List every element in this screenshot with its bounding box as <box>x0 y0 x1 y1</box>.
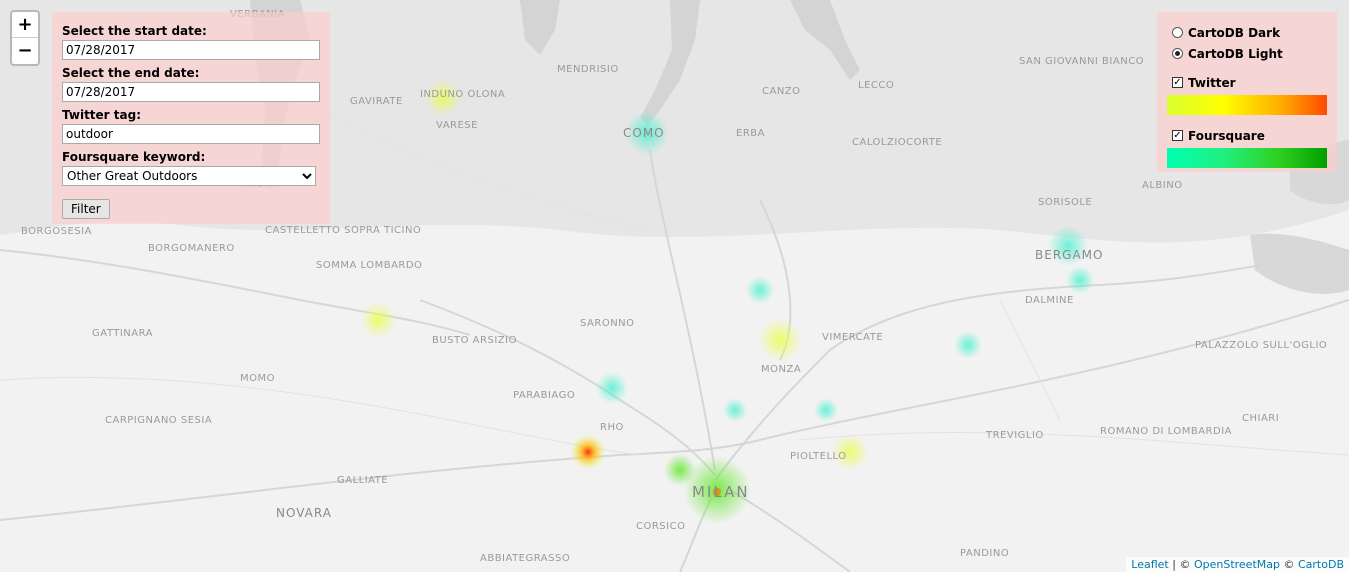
attribution-sep: | © <box>1168 558 1194 571</box>
foursquare-keyword-label: Foursquare keyword: <box>62 150 206 164</box>
end-date-label: Select the end date: <box>62 66 200 80</box>
checkbox-foursquare[interactable]: ✓ <box>1172 130 1183 141</box>
overlay-foursquare[interactable]: ✓ Foursquare <box>1167 125 1327 146</box>
town-label: COMO <box>623 126 665 140</box>
radio-cartodb-light[interactable] <box>1172 48 1183 59</box>
twitter-label: Twitter <box>1188 75 1236 90</box>
base-layer-cartodb-dark[interactable]: CartoDB Dark <box>1167 22 1327 43</box>
town-label: PIOLTELLO <box>790 451 847 462</box>
town-label: BORGOSESIA <box>21 226 92 237</box>
cartodb-light-label: CartoDB Light <box>1188 46 1283 61</box>
town-label: ABBIATEGRASSO <box>480 553 571 564</box>
town-label: DALMINE <box>1025 295 1074 306</box>
cartodb-dark-label: CartoDB Dark <box>1188 25 1281 40</box>
twitter-tag-label: Twitter tag: <box>62 108 141 122</box>
layer-control-panel: CartoDB Dark CartoDB Light ✓ Twitter ✓ F… <box>1157 12 1337 172</box>
town-label: GATTINARA <box>92 328 154 339</box>
town-label: MILAN <box>692 483 750 501</box>
filter-panel: Select the start date: Select the end da… <box>52 12 330 224</box>
town-label: NOVARA <box>276 506 332 520</box>
map-attribution: Leaflet | © OpenStreetMap © CartoDB <box>1126 557 1349 572</box>
overlay-twitter[interactable]: ✓ Twitter <box>1167 72 1327 93</box>
hotspot-twitter-high <box>570 434 606 470</box>
town-label: CHIARI <box>1242 413 1280 424</box>
cartodb-link[interactable]: CartoDB <box>1298 558 1344 571</box>
town-label: CANZO <box>762 86 801 97</box>
town-label: ALBINO <box>1142 180 1183 191</box>
town-label: MENDRISIO <box>557 64 619 75</box>
town-label: BERGAMO <box>1035 248 1104 262</box>
town-label: ROMANO DI LOMBARDIA <box>1100 426 1232 437</box>
filter-button[interactable]: Filter <box>62 199 110 219</box>
radio-cartodb-dark[interactable] <box>1172 27 1183 38</box>
zoom-control: + − <box>10 10 40 66</box>
town-label: SORISOLE <box>1038 197 1093 208</box>
town-label: CARPIGNANO SESIA <box>105 415 213 426</box>
town-label: MONZA <box>761 364 802 375</box>
base-layer-cartodb-light[interactable]: CartoDB Light <box>1167 43 1327 64</box>
town-label: RHO <box>600 422 624 433</box>
twitter-color-ramp <box>1167 95 1327 115</box>
start-date-input[interactable] <box>62 40 320 60</box>
town-label: CORSICO <box>636 521 686 532</box>
town-label: SARONNO <box>580 318 635 329</box>
town-label: LECCO <box>858 80 895 91</box>
town-label: VARESE <box>436 120 478 131</box>
twitter-tag-input[interactable] <box>62 124 320 144</box>
zoom-out-button[interactable]: − <box>12 38 38 64</box>
end-date-input[interactable] <box>62 82 320 102</box>
town-label: BUSTO ARSIZIO <box>432 335 517 346</box>
town-label: SOMMA LOMBARDO <box>316 260 423 271</box>
foursquare-label: Foursquare <box>1188 128 1265 143</box>
town-label: SAN GIOVANNI BIANCO <box>1019 56 1145 67</box>
town-label: MOMO <box>240 373 275 384</box>
town-label: INDUNO OLONA <box>420 89 506 100</box>
town-label: PANDINO <box>960 548 1010 559</box>
town-label: PALAZZOLO SULL'OGLIO <box>1195 340 1328 351</box>
town-label: TREVIGLIO <box>986 430 1044 441</box>
start-date-label: Select the start date: <box>62 24 207 38</box>
town-label: CASTELLETTO SOPRA TICINO <box>265 225 422 236</box>
foursquare-keyword-select[interactable]: Other Great Outdoors <box>62 166 316 186</box>
town-label: CALOLZIOCORTE <box>852 137 943 148</box>
town-label: BORGOMANERO <box>148 243 235 254</box>
town-label: ERBA <box>736 128 765 139</box>
town-label: GAVIRATE <box>350 96 403 107</box>
town-label: VIMERCATE <box>822 332 884 343</box>
zoom-in-button[interactable]: + <box>12 12 38 38</box>
town-label: GALLIATE <box>337 475 389 486</box>
checkbox-twitter[interactable]: ✓ <box>1172 77 1183 88</box>
town-label: PARABIAGO <box>513 390 576 401</box>
foursquare-color-ramp <box>1167 148 1327 168</box>
osm-link[interactable]: OpenStreetMap <box>1194 558 1280 571</box>
leaflet-link[interactable]: Leaflet <box>1131 558 1168 571</box>
attribution-mid: © <box>1279 558 1298 571</box>
